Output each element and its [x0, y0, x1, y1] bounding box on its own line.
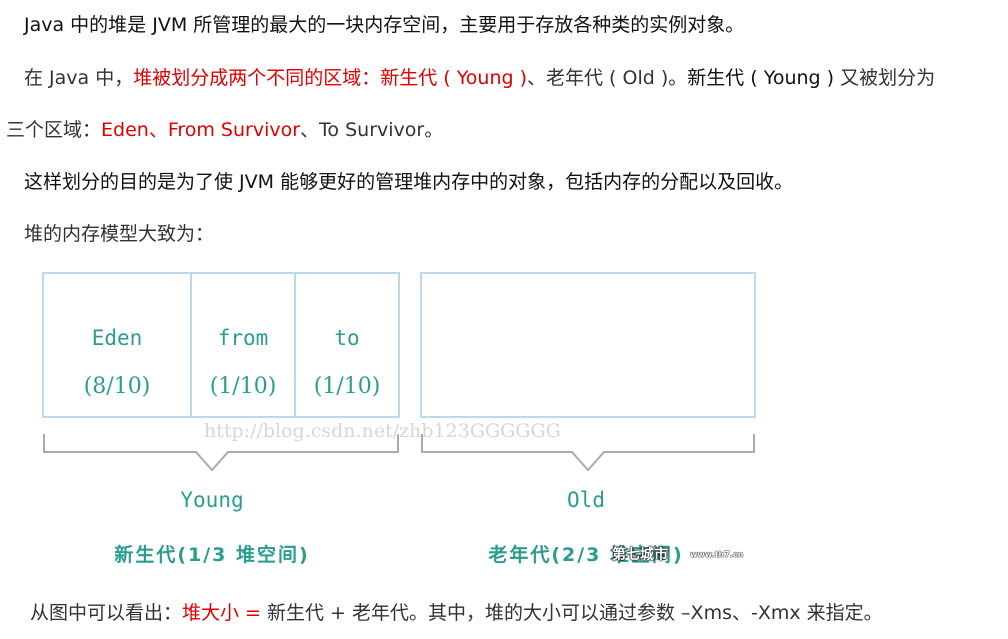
site-logo: 第七城市 — [612, 547, 668, 563]
conclusion-tail: 新生代 + 老年代。其中，堆的大小可以通过参数 –Xms、-Xmx 来指定。 — [267, 602, 883, 624]
division-lead: 在 Java 中， — [24, 67, 134, 89]
to-label: to — [334, 326, 360, 350]
young-brace — [43, 434, 399, 472]
eden-label: Eden — [91, 326, 143, 350]
paragraph-three-regions: 三个区域：Eden、From Survivor、To Survivor。 — [6, 118, 443, 142]
regions-tail: 、To Survivor。 — [300, 119, 444, 141]
paragraph-conclusion: 从图中可以看出：堆大小 = 新生代 + 老年代。其中，堆的大小可以通过参数 –X… — [30, 601, 883, 625]
site-logo-domain: www.th7.cn — [690, 550, 744, 559]
old-label: Old — [567, 488, 605, 512]
brace-layer — [43, 434, 755, 472]
regions-lead: 三个区域： — [6, 119, 102, 141]
intro-text: Java 中的堆是 JVM 所管理的最大的一块内存空间，主要用于存放各种类的实例… — [24, 14, 745, 36]
paragraph-model-intro: 堆的内存模型大致为： — [0, 222, 214, 246]
old-generation-box — [420, 272, 756, 418]
paragraph-purpose: 这样划分的目的是为了使 JVM 能够更好的管理堆内存中的对象，包括内存的分配以及… — [0, 170, 793, 194]
from-label: from — [217, 326, 269, 350]
young-sublabel: 新生代(1/3 堆空间) — [114, 544, 310, 566]
conclusion-highlight: 堆大小 = — [182, 602, 268, 624]
division-highlight: 堆被划分成两个不同的区域：新生代 ( Young ) — [133, 67, 528, 89]
division-tail: 又被划分为 — [834, 67, 936, 89]
purpose-text: 这样划分的目的是为了使 JVM 能够更好的管理堆内存中的对象，包括内存的分配以及… — [24, 171, 794, 193]
paragraph-heap-intro: Java 中的堆是 JVM 所管理的最大的一块内存空间，主要用于存放各种类的实例… — [0, 13, 744, 37]
division-old: 、老年代 ( Old )。 — [527, 67, 688, 89]
to-ratio: (1/10) — [313, 374, 381, 399]
model-intro-text: 堆的内存模型大致为： — [24, 223, 215, 245]
conclusion-lead: 从图中可以看出： — [30, 602, 183, 624]
eden-ratio: (8/10) — [83, 374, 151, 399]
from-ratio: (1/10) — [209, 374, 277, 399]
young-label: Young — [180, 488, 244, 512]
regions-highlight: Eden、From Survivor — [101, 119, 301, 141]
from-cell: from (1/10) — [190, 272, 296, 418]
old-brace — [421, 434, 755, 472]
division-young-bold: 新生代 ( Young ) — [687, 67, 835, 89]
to-cell: to (1/10) — [294, 272, 400, 418]
paragraph-heap-division: 在 Java 中，堆被划分成两个不同的区域：新生代 ( Young )、老年代 … — [0, 66, 935, 90]
eden-cell: Eden (8/10) — [42, 272, 192, 418]
